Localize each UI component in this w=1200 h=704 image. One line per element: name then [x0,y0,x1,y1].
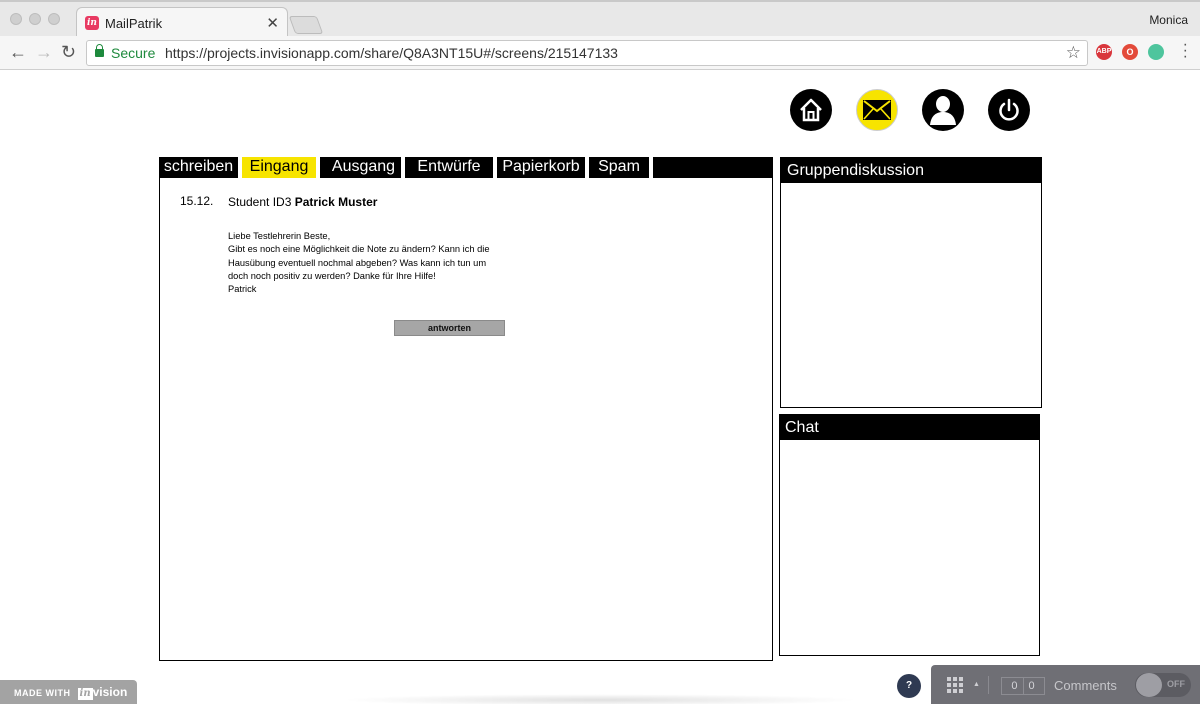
back-arrow-icon[interactable]: ← [9,42,27,62]
message-line: doch noch positiv zu werden? Danke für I… [228,270,436,281]
profile-button[interactable] [922,89,964,131]
made-with-invision-badge[interactable]: MADE WITH in vision [0,680,137,704]
browser-toolbar: ← → ↻ Secure https://projects.invisionap… [0,36,1200,70]
mail-icon [863,100,891,120]
message-line: Liebe Testlehrerin Beste, [228,231,331,241]
chat-title: Chat [780,415,1039,440]
comments-label[interactable]: Comments [1054,678,1117,693]
tab-separator [649,157,653,178]
power-icon [999,98,1019,121]
reply-button[interactable]: antworten [394,320,505,336]
new-tab-button[interactable] [288,16,324,34]
tab-papierkorb[interactable]: Papierkorb [497,157,585,178]
tab-entwuerfe[interactable]: Entwürfe [405,157,493,178]
comment-counter: 00 [1001,677,1045,695]
lock-icon [95,44,104,57]
tab-ausgang[interactable]: Ausgang [320,157,401,178]
window-zoom-button[interactable] [48,13,60,25]
divider [988,676,989,694]
profile-name[interactable]: Monica [1149,13,1188,27]
comment-count-left: 0 [1011,680,1018,692]
message-line: Patrick [228,284,257,295]
screens-grid-icon[interactable] [947,677,963,693]
caret-up-icon[interactable]: ▲ [973,681,980,688]
tab-close-icon[interactable]: ✕ [266,14,279,32]
bookmark-star-icon[interactable]: ☆ [1066,43,1081,63]
invision-logo: in vision [77,680,128,704]
tab-schreiben[interactable]: schreiben [159,157,238,178]
message-line: Gibt es noch eine Möglichkeit die Note z… [228,244,490,255]
toggle-state: OFF [1167,679,1185,689]
forward-arrow-icon[interactable]: → [35,42,53,62]
message-date: 15.12. [180,194,214,208]
mail-tab-bar: schreiben Eingang Ausgang Entwürfe Papie… [159,157,773,178]
message-line: Hausübung eventuell nochmal abgeben? Was… [228,257,487,268]
tab-eingang[interactable]: Eingang [242,157,316,178]
group-discussion-panel: Gruppendiskussion [780,157,1042,408]
user-icon [930,96,956,125]
grammarly-extension-icon[interactable] [1148,44,1164,60]
logout-button[interactable] [988,89,1030,131]
comments-bar: ▲ 00 Comments OFF [931,665,1200,704]
tab-spam[interactable]: Spam [589,157,649,178]
help-button[interactable]: ? [897,674,921,698]
home-icon [800,98,822,122]
url-text[interactable]: https://projects.invisionapp.com/share/Q… [165,45,618,61]
address-bar[interactable]: Secure https://projects.invisionapp.com/… [86,40,1088,66]
browser-tab-bar: in MailPatrik ✕ Monica [0,0,1200,39]
browser-menu-icon[interactable]: · · · [1183,37,1188,65]
footer-shadow [340,694,860,704]
sender-prefix: Student ID3 [228,195,292,209]
comments-toggle[interactable]: OFF [1135,673,1191,697]
chat-panel: Chat [779,414,1040,656]
mail-button[interactable] [856,89,898,131]
invision-favicon-icon: in [85,16,99,30]
window-minimize-button[interactable] [29,13,41,25]
tab-title: MailPatrik [105,16,163,31]
toggle-knob [1136,673,1162,697]
adblock-plus-icon[interactable]: ABP [1096,44,1112,60]
home-button[interactable] [790,89,832,131]
comment-count-right: 0 [1028,680,1035,692]
made-with-label: MADE WITH [14,688,71,698]
reload-icon[interactable]: ↻ [61,42,76,62]
group-discussion-title: Gruppendiskussion [781,158,1041,183]
browser-tab[interactable]: in MailPatrik ✕ [76,7,288,39]
message-body: Liebe Testlehrerin Beste, Gibt es noch e… [228,230,518,296]
invision-logo-text: vision [92,685,128,699]
window-close-button[interactable] [10,13,22,25]
secure-label: Secure [111,45,156,61]
opera-extension-icon[interactable]: O [1122,44,1138,60]
sender-name: Patrick Muster [294,195,378,209]
invision-logo-mark: in [77,688,93,700]
message-sender: Student ID3 Patrick Muster [228,195,377,209]
